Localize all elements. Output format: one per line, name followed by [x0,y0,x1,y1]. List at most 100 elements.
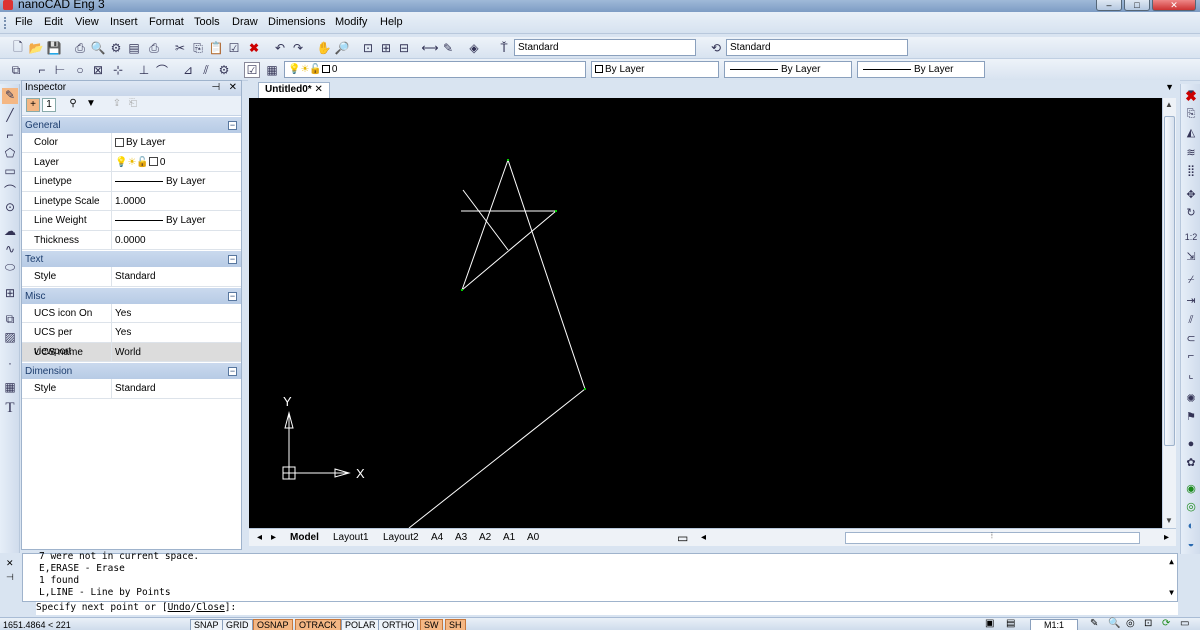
menu-file[interactable]: File [15,16,33,28]
text-style-combo[interactable]: Standard [514,39,696,56]
layout-splitter-icon[interactable]: ▭ [677,531,688,545]
menu-tools[interactable]: Tools [194,16,220,28]
section-misc[interactable]: Misc − [22,286,241,304]
lineweight-combo[interactable]: By Layer [857,61,985,78]
quick-select-icon[interactable]: 1 [42,98,56,112]
section-text[interactable]: Text − [22,250,241,267]
preview-icon[interactable]: 🔍 [90,40,106,56]
property-row[interactable]: Line Weight By Layer [22,211,241,231]
toggle-osnap[interactable]: OSNAP [253,619,293,630]
new-file-icon[interactable]: 🗋 [10,40,26,56]
color-combo[interactable]: By Layer [591,61,719,78]
group-icon[interactable]: ◉ [1183,482,1199,498]
property-row[interactable]: UCS name World [22,342,241,362]
command-input[interactable]: Specify next point or [Undo/Close]: [36,602,1178,615]
open-file-icon[interactable]: 📂 [28,40,44,56]
zoom-previous-icon[interactable]: ⊟ [396,40,412,56]
minimize-button[interactable]: – [1096,0,1122,11]
snap-quadrant-icon[interactable]: ⊠ [90,62,106,78]
chamfer-icon[interactable]: ⌐ [1183,350,1199,366]
vertex-grip[interactable] [461,289,463,291]
menu-draw[interactable]: Draw [232,16,258,28]
layer-state-icon[interactable]: ◐ [1183,520,1199,536]
collapse-icon[interactable]: − [228,291,237,301]
zoom-status-icon[interactable]: ⊡ [1144,618,1152,629]
paste-icon[interactable]: 📋 [208,40,224,56]
layer-current-icon[interactable]: ☑ [244,62,260,78]
linetype-combo[interactable]: By Layer [724,61,852,78]
layer-walk-icon[interactable]: ◒ [1183,538,1199,554]
snap-intersection-icon[interactable]: ⊹ [110,62,126,78]
rotate-icon[interactable]: ↻ [1183,206,1199,222]
search-icon[interactable]: 🔍 [1108,618,1120,629]
property-row[interactable]: Linetype By Layer [22,172,241,192]
match-properties-icon[interactable]: ☑ [226,40,242,56]
property-value[interactable]: 0.0000 [112,231,241,250]
property-value[interactable]: World [112,343,241,362]
scroll-up-icon[interactable]: ▲ [1165,100,1173,109]
pin-icon[interactable]: ⊣ [212,82,221,93]
paper-space-icon[interactable]: ▤ [1006,618,1015,629]
print-icon[interactable]: ⎙ [72,40,88,56]
snap-endpoint-icon[interactable]: ⌐ [34,62,50,78]
property-value[interactable]: By Layer [112,172,241,191]
drawn-line[interactable] [408,388,586,529]
property-value[interactable]: Standard [112,379,241,398]
menu-insert[interactable]: Insert [110,16,138,28]
property-value[interactable]: 1.0000 [112,192,241,211]
offset-icon[interactable]: ≋ [1183,146,1199,162]
copy-object-icon[interactable]: ⎘ [1183,108,1199,124]
ungroup-icon[interactable]: ◎ [1183,500,1199,516]
distance-icon[interactable]: ⟷ [421,40,438,56]
snap-center-icon[interactable]: ○ [72,62,88,78]
close-inspector-icon[interactable]: ✕ [229,82,237,93]
properties-icon[interactable]: ⚑ [1183,410,1199,426]
funnel-icon[interactable]: ▼ [84,98,98,112]
property-row[interactable]: Color By Layer [22,133,241,153]
tab-list-icon[interactable]: ▼ [1165,82,1174,92]
snap-midpoint-icon[interactable]: ⊢ [52,62,68,78]
fullscreen-icon[interactable]: ▭ [1180,618,1189,629]
close-tab-icon[interactable]: ✕ [314,84,322,95]
collapse-icon[interactable]: − [228,255,237,264]
bomb-icon[interactable]: ● [1183,438,1199,454]
layout-tab-model[interactable]: Model [290,531,319,545]
pin-command-icon[interactable]: ⊣ [6,572,14,583]
polyline-tool-icon[interactable]: ⌐ [2,128,18,144]
snap-tangent-icon[interactable]: ⌒ [154,62,170,78]
vertical-scroll-thumb[interactable] [1164,116,1175,446]
array-icon[interactable]: ⣿ [1183,164,1199,180]
layout-next-icon[interactable]: ▸ [271,531,276,545]
prompt-option-close[interactable]: Close [196,602,225,613]
menu-edit[interactable]: Edit [44,16,63,28]
eraser-icon[interactable]: ◈ [466,40,482,56]
annotation-icon[interactable]: ✎ [1090,618,1098,629]
line-tool-icon[interactable]: ╱ [2,108,18,124]
layout-tab-layout2[interactable]: Layout2 [383,531,419,545]
select-objects-icon[interactable]: + [26,98,40,112]
filter-icon[interactable]: ⚲ [66,98,80,112]
collapse-icon[interactable]: − [228,367,237,376]
zoom-extents-icon[interactable]: ⊞ [378,40,394,56]
block-tool-icon[interactable]: ⊞ [2,286,18,302]
property-value[interactable]: Yes [112,304,241,323]
toggle-ortho[interactable]: ORTHO [378,619,419,630]
scroll-down-icon[interactable]: ▼ [1165,516,1173,525]
cut-icon[interactable]: ✂ [172,40,188,56]
property-row[interactable]: UCS icon On Yes [22,303,241,323]
menu-help[interactable]: Help [380,16,403,28]
join-icon[interactable]: ⊂ [1183,332,1199,348]
layout-prev-icon[interactable]: ◂ [257,531,262,545]
snap-settings-icon[interactable]: ⚙ [216,62,232,78]
trim-icon[interactable]: ⌿ [1183,274,1199,290]
layout-tab-a0[interactable]: A0 [527,531,539,545]
snap-perpendicular-icon[interactable]: ⊥ [136,62,152,78]
section-dimension[interactable]: Dimension − [22,362,241,379]
edit-icon[interactable]: ✿ [1183,456,1199,472]
layout-tab-a4[interactable]: A4 [431,531,443,545]
history-scroll-down-icon[interactable]: ▼ [1169,588,1174,597]
horizontal-scrollbar[interactable]: ⦙ [845,531,1140,544]
toggle-sw[interactable]: SW [420,619,443,630]
pencil-icon[interactable]: ✎ [440,40,456,56]
point-tool-icon[interactable]: · [2,356,18,372]
